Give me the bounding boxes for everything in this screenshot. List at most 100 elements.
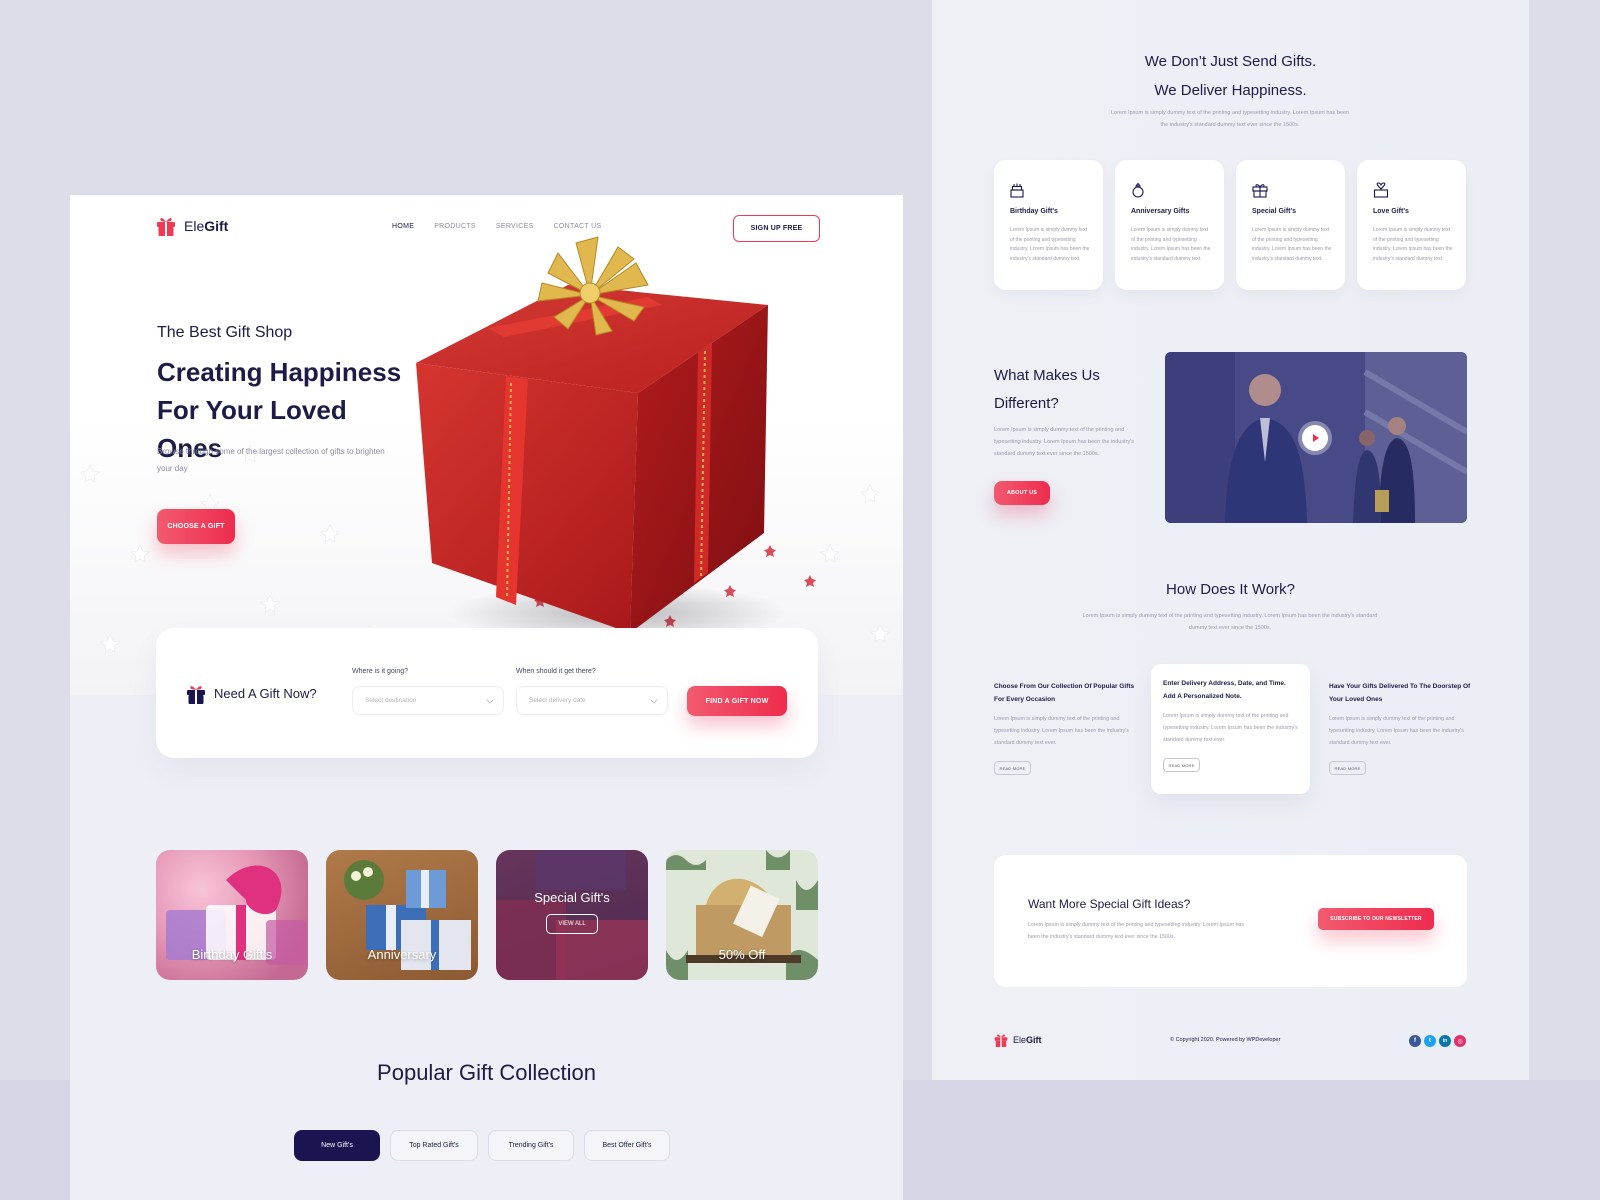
step-text: Lorem Ipsum is simply dummy text of the … [1163,713,1298,743]
category-discount[interactable]: 50% Off [666,850,818,980]
heart-gift-icon [1373,182,1389,198]
newsletter-text: Lorem Ipsum is simply dummy text of the … [1028,922,1244,940]
red-gift-box-image [416,236,788,643]
read-more-button[interactable]: READ MORE [1163,758,1200,772]
step-text: Lorem Ipsum is simply dummy text of the … [1329,716,1464,746]
service-title: Anniversary Gifts [1131,208,1190,215]
brand-logo[interactable]: EleGift [156,215,228,237]
delivery-date-placeholder: Select delivery date [529,697,586,704]
social-links: f t in ◎ [1409,1035,1466,1047]
category-label: Anniversary [367,947,437,962]
ring-icon [1132,182,1144,198]
different-title-line2: Different? [994,395,1059,412]
service-title: Birthday Gift's [1010,208,1058,215]
category-label: Birthday Gift's [191,947,273,962]
landing-page-continuation: We Don’t Just Send Gifts. We Deliver Hap… [932,0,1529,1080]
intro-heading-line2: We Deliver Happiness. [1154,82,1307,99]
category-label: Special Gift's [534,890,610,905]
copyright-text: © Copyright 2020. Powered by WPDeveloper [1170,1037,1281,1043]
different-title: What Makes Us Different? [994,362,1100,418]
nav-contact-us[interactable]: CONTACT US [554,223,602,230]
step-title: Have Your Gifts Delivered To The Doorste… [1329,683,1471,703]
video-player[interactable] [1165,352,1467,523]
step-title: Enter Delivery Address, Date, and Time. … [1163,680,1286,700]
step-1: Choose From Our Collection Of Popular Gi… [994,681,1139,775]
how-it-works-title: How Does It Work? [1166,581,1295,598]
service-text: Lorem Ipsum is simply dummy text of the … [1373,227,1453,262]
tab-top-rated[interactable]: Top Rated Gift's [390,1130,478,1161]
need-gift-title: Need A Gift Now? [214,686,317,701]
chevron-down-icon [650,696,658,704]
tab-new-gifts[interactable]: New Gift's [294,1130,380,1161]
about-us-button[interactable]: ABOUT US [994,481,1050,505]
nav-home[interactable]: HOME [392,223,414,230]
subscribe-button[interactable]: SUBSCRIBE TO OUR NEWSLETTER [1318,908,1434,930]
gift-logo-icon [157,218,175,236]
nav-products[interactable]: PRODUCTS [434,223,476,230]
how-it-works-text: Lorem Ipsum is simply dummy text of the … [1082,613,1378,631]
delivery-date-label: When should it get there? [516,668,596,675]
read-more-button[interactable]: READ MORE [1329,761,1366,775]
view-all-button[interactable]: VIEW ALL [546,914,598,934]
destination-select[interactable]: Select destination [352,686,504,715]
service-title: Love Gift's [1373,208,1409,215]
service-text: Lorem Ipsum is simply dummy text of the … [1252,227,1332,262]
choose-gift-button[interactable]: CHOOSE A GIFT [157,509,235,544]
service-text: Lorem Ipsum is simply dummy text of the … [1010,227,1090,262]
hero-subtitle: The Best Gift Shop [157,324,293,341]
different-text: Lorem Ipsum is simply dummy text of the … [994,427,1135,457]
chevron-down-icon [486,696,494,704]
twitter-icon[interactable]: t [1424,1035,1436,1047]
gift-icon [1252,184,1268,198]
service-cards: Birthday Gift's Lorem Ipsum is simply du… [994,160,1466,290]
newsletter-card: Want More Special Gift Ideas? Lorem Ipsu… [994,855,1467,987]
category-anniversary[interactable]: Anniversary [326,850,478,980]
landing-page-preview: EleGift HOME PRODUCTS SERVICES CONTACT U… [70,195,903,1200]
service-text: Lorem Ipsum is simply dummy text of the … [1131,227,1211,262]
tab-best-offer[interactable]: Best Offer Gift's [584,1130,670,1161]
find-gift-button[interactable]: FIND A GIFT NOW [687,686,787,716]
gift-icon [187,686,205,704]
step-text: Lorem Ipsum is simply dummy text of the … [994,716,1129,746]
linkedin-icon[interactable]: in [1439,1035,1451,1047]
brand-name-bold: Gift [204,218,229,234]
destination-label: Where is it going? [352,668,409,675]
service-card-love[interactable]: Love Gift's Lorem Ipsum is simply dummy … [1357,160,1466,290]
service-card-special[interactable]: Special Gift's Lorem Ipsum is simply dum… [1236,160,1345,290]
service-card-birthday[interactable]: Birthday Gift's Lorem Ipsum is simply du… [994,160,1103,290]
instagram-icon[interactable]: ◎ [1454,1035,1466,1047]
different-title-line1: What Makes Us [994,367,1100,384]
hero-section: EleGift HOME PRODUCTS SERVICES CONTACT U… [70,195,903,695]
service-title: Special Gift's [1252,208,1297,215]
tab-trending[interactable]: Trending Gift's [488,1130,574,1161]
popular-collection-title: Popular Gift Collection [377,1060,596,1085]
step-3: Have Your Gifts Delivered To The Doorste… [1329,681,1474,775]
footer-brand-prefix: Ele [1013,1035,1027,1045]
brand-name-prefix: Ele [184,218,205,234]
newsletter-title: Want More Special Gift Ideas? [1028,897,1191,911]
step-2: Enter Delivery Address, Date, and Time. … [1151,664,1310,794]
intro-heading-line1: We Don’t Just Send Gifts. [1144,53,1317,70]
gift-search-card: Need A Gift Now? Where is it going? Sele… [156,628,818,758]
cake-icon [1010,183,1024,198]
category-special[interactable]: Special Gift's VIEW ALL [496,850,648,980]
destination-placeholder: Select destination [365,697,417,704]
category-birthday[interactable]: Birthday Gift's [156,850,308,980]
nav-services[interactable]: SERVICES [496,223,534,230]
main-menu: HOME PRODUCTS SERVICES CONTACT US [392,223,601,230]
category-label: 50% Off [718,947,766,962]
category-tiles: Birthday Gift's Anniversary Special Gift… [156,850,818,980]
collection-tabs: New Gift's Top Rated Gift's Trending Gif… [294,1130,670,1161]
service-card-anniversary[interactable]: Anniversary Gifts Lorem Ipsum is simply … [1115,160,1224,290]
intro-text: Lorem Ipsum is simply dummy text of the … [1110,110,1350,128]
step-title: Choose From Our Collection Of Popular Gi… [994,683,1135,703]
facebook-icon[interactable]: f [1409,1035,1421,1047]
gift-logo-icon [994,1034,1008,1047]
read-more-button[interactable]: READ MORE [994,761,1031,775]
footer-brand-bold: Gift [1026,1035,1042,1045]
delivery-date-select[interactable]: Select delivery date [516,686,668,715]
play-button-icon[interactable] [1302,425,1328,451]
hero-description: Browse through some of the largest colle… [157,447,385,473]
intro-heading: We Don’t Just Send Gifts. We Deliver Hap… [932,47,1529,105]
footer-logo[interactable]: EleGift [994,1032,1042,1048]
